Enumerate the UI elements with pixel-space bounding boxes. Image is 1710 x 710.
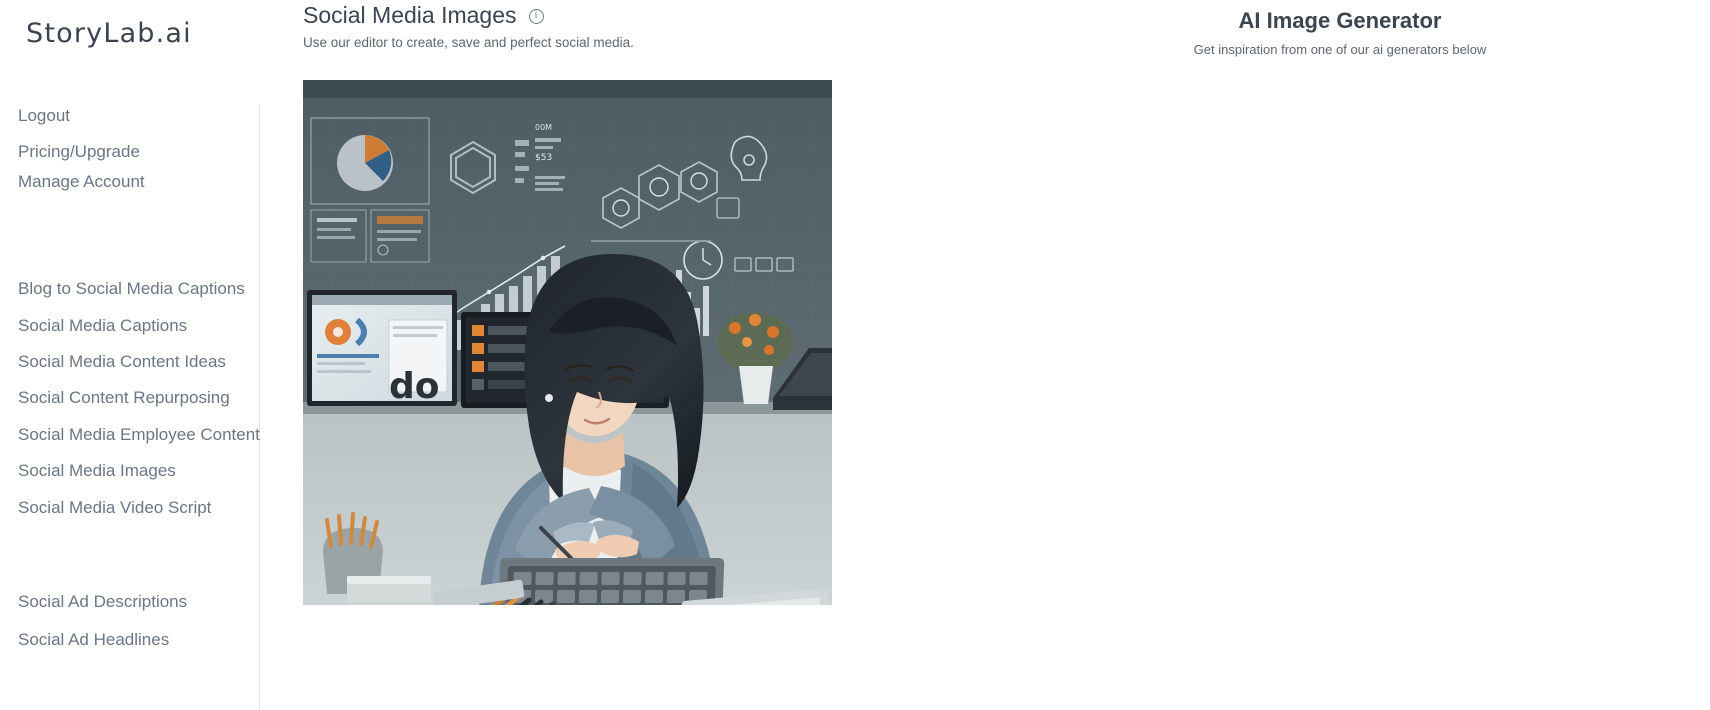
info-icon[interactable]: i (528, 8, 544, 24)
svg-text:do: do (389, 366, 440, 407)
sidebar-item-social-ad-headlines[interactable]: Social Ad Headlines (9, 630, 169, 649)
page-subtitle: Use our editor to create, save and perfe… (303, 35, 634, 50)
svg-text:00M: 00M (535, 123, 552, 132)
sidebar-item-logout[interactable]: Logout (9, 106, 70, 125)
app-root: StoryLab.ai Logout Pricing/Upgrade Manag… (0, 0, 1710, 710)
generated-image-frame[interactable]: 00M $53 do (303, 80, 832, 605)
sidebar-item-blog-to-social-media-captions[interactable]: Blog to Social Media Captions (9, 279, 245, 298)
sidebar-item-social-media-employee-content[interactable]: Social Media Employee Content (9, 425, 260, 444)
sidebar-item-social-media-video-script[interactable]: Social Media Video Script (9, 498, 211, 517)
page-title-row: Social Media Images i (303, 0, 1110, 29)
sidebar-item-social-content-repurposing[interactable]: Social Content Repurposing (9, 388, 230, 407)
generator-subtitle: Get inspiration from one of our ai gener… (1193, 42, 1487, 57)
sidebar-item-social-media-captions[interactable]: Social Media Captions (9, 316, 187, 335)
generator-title: AI Image Generator (1238, 8, 1442, 33)
main-content: Social Media Images i Use our editor to … (260, 0, 1110, 710)
svg-text:$53: $53 (535, 153, 552, 163)
sidebar-item-social-media-content-ideas[interactable]: Social Media Content Ideas (9, 352, 226, 371)
brand-logo[interactable]: StoryLab.ai (26, 18, 260, 49)
generated-image[interactable]: 00M $53 do (303, 80, 832, 605)
sidebar-item-social-media-images[interactable]: Social Media Images (9, 461, 176, 480)
page-title: Social Media Images (303, 2, 517, 28)
generator-panel: AI Image Generator Get inspiration from … (1110, 0, 1710, 710)
sidebar-item-pricing-upgrade[interactable]: Pricing/Upgrade (9, 142, 140, 161)
sidebar-item-manage-account[interactable]: Manage Account (9, 172, 145, 191)
sidebar: StoryLab.ai Logout Pricing/Upgrade Manag… (0, 0, 260, 710)
sidebar-item-social-ad-descriptions[interactable]: Social Ad Descriptions (9, 592, 187, 611)
